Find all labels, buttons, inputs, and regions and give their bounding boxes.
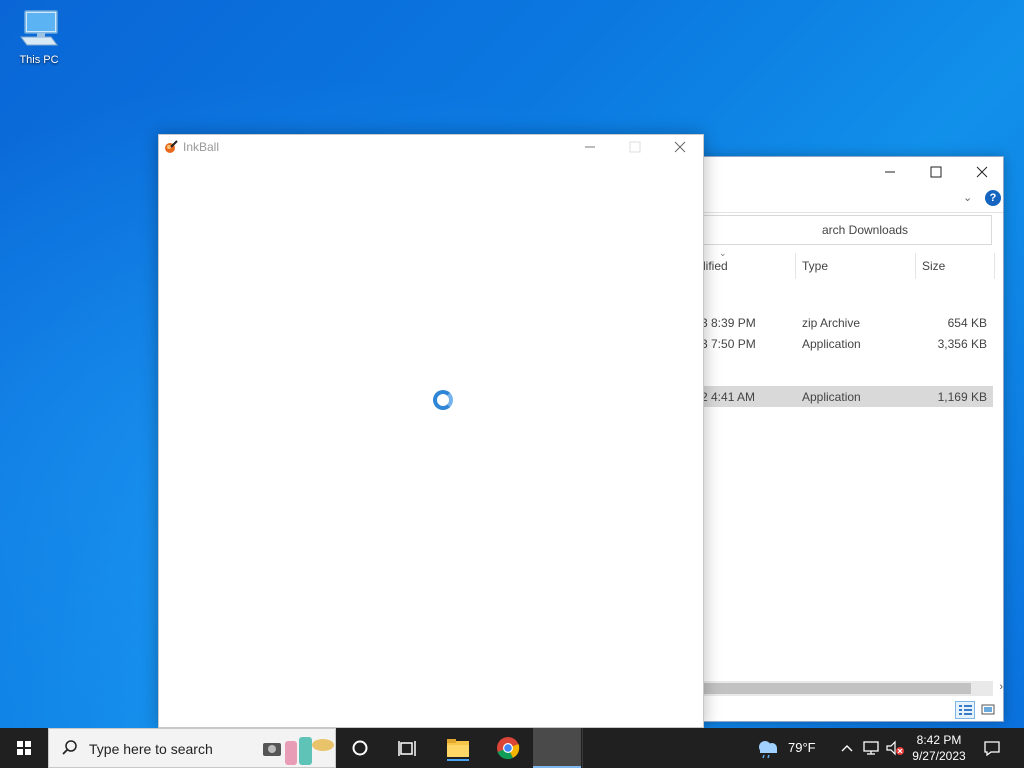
- minimize-icon: [885, 171, 895, 173]
- network-button[interactable]: [860, 728, 882, 768]
- show-hidden-icons-button[interactable]: [838, 728, 856, 768]
- notification-icon: [984, 741, 1000, 756]
- details-view-button[interactable]: [955, 701, 975, 719]
- window-title: InkBall: [183, 140, 220, 154]
- cortana-icon: [352, 740, 368, 756]
- file-modified: 3 7:50 PM: [701, 337, 756, 351]
- details-view-icon: [959, 705, 972, 715]
- scroll-right-icon[interactable]: ›: [999, 681, 1003, 693]
- system-clock[interactable]: 8:42 PM 9/27/2023: [902, 732, 976, 764]
- inkball-taskbar-button[interactable]: [533, 728, 581, 768]
- file-size: 654 KB: [947, 316, 987, 330]
- large-icons-view-button[interactable]: [978, 701, 998, 719]
- notifications-button[interactable]: [980, 728, 1004, 768]
- file-modified: 2 4:41 AM: [701, 390, 756, 404]
- search-icon: [62, 740, 77, 755]
- close-icon: [976, 166, 988, 178]
- search-placeholder: Type here to search: [89, 741, 213, 757]
- taskbar: Type here to search 79°F 8:42 PM 9/27/20…: [0, 728, 1024, 768]
- inkball-window[interactable]: InkBall: [158, 134, 704, 728]
- cortana-button[interactable]: [336, 728, 384, 768]
- loading-spinner-icon: [433, 390, 453, 410]
- chrome-taskbar-button[interactable]: [484, 728, 532, 768]
- maximize-button[interactable]: [913, 157, 959, 187]
- file-type: Application: [802, 390, 861, 404]
- windows-logo-icon: [17, 741, 31, 755]
- file-size: 3,356 KB: [937, 337, 987, 351]
- file-type: Application: [802, 337, 861, 351]
- chevron-up-icon: [841, 745, 853, 752]
- taskbar-search-box[interactable]: Type here to search: [48, 728, 336, 768]
- inkball-titlebar[interactable]: InkBall: [159, 135, 703, 159]
- clock-time: 8:42 PM: [916, 733, 962, 747]
- close-button[interactable]: [657, 135, 703, 159]
- start-button[interactable]: [0, 728, 48, 768]
- weather-temperature[interactable]: 79°F: [788, 740, 816, 755]
- search-highlight-travel-icon[interactable]: [261, 731, 337, 767]
- task-view-button[interactable]: [384, 728, 432, 768]
- file-explorer-taskbar-button[interactable]: [434, 728, 482, 768]
- computer-icon: [20, 10, 58, 46]
- folder-icon: [447, 739, 469, 761]
- sort-arrow-icon: ⌄: [719, 248, 727, 258]
- weather-cloud-icon: [759, 741, 777, 759]
- minimize-button[interactable]: [867, 157, 913, 187]
- file-size: 1,169 KB: [937, 390, 987, 404]
- search-input[interactable]: arch Downloads: [681, 215, 992, 245]
- minimize-icon: [585, 146, 595, 148]
- maximize-icon: [930, 166, 942, 178]
- column-divider[interactable]: [994, 253, 995, 279]
- file-type: zip Archive: [802, 316, 861, 330]
- chevron-down-icon[interactable]: ⌄: [963, 191, 972, 204]
- clock-date: 9/27/2023: [912, 749, 966, 763]
- close-button[interactable]: [959, 157, 1005, 187]
- desktop-icon-this-pc[interactable]: This PC: [12, 8, 66, 76]
- close-icon: [674, 141, 686, 153]
- minimize-button[interactable]: [567, 135, 613, 159]
- taskbar-divider: [582, 728, 583, 768]
- maximize-icon: [629, 141, 641, 153]
- task-view-icon: [398, 741, 416, 756]
- maximize-button: [612, 135, 658, 159]
- chrome-icon: [497, 737, 520, 760]
- weather-button[interactable]: [754, 728, 782, 768]
- column-divider[interactable]: [795, 253, 796, 279]
- column-divider[interactable]: [915, 253, 916, 279]
- column-type[interactable]: Type: [802, 259, 828, 273]
- file-modified: 3 8:39 PM: [701, 316, 756, 330]
- help-icon[interactable]: ?: [985, 190, 1001, 206]
- network-icon: [863, 741, 879, 755]
- column-size[interactable]: Size: [922, 259, 945, 273]
- desktop-icon-label: This PC: [19, 54, 59, 66]
- large-icons-view-icon: [981, 704, 995, 715]
- inkball-app-icon: [165, 140, 178, 153]
